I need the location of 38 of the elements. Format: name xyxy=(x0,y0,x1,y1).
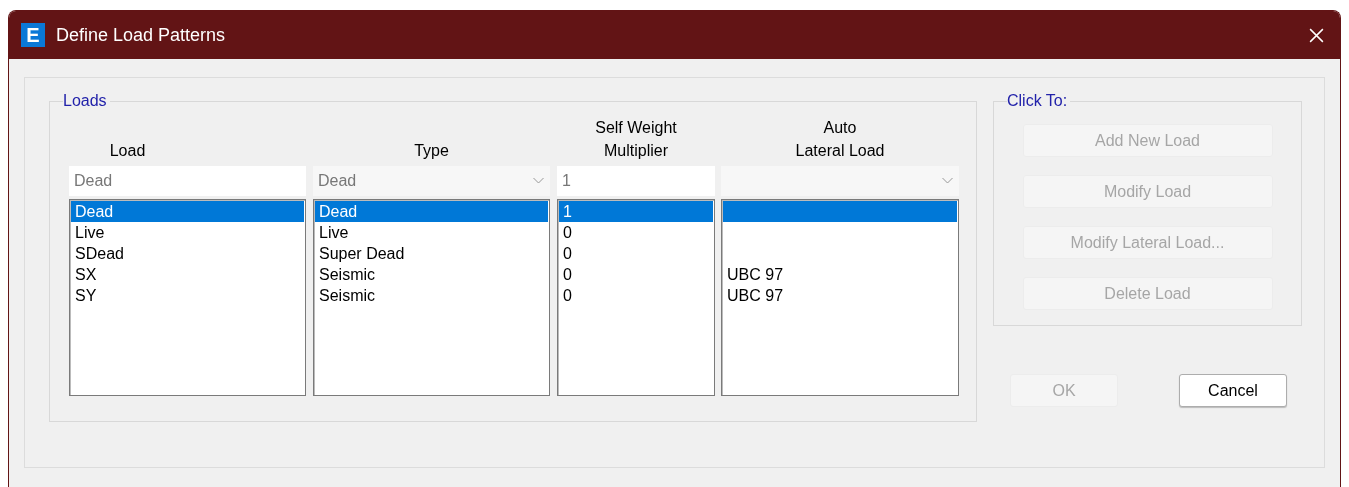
list-item[interactable]: 0 xyxy=(559,222,713,243)
list-item[interactable]: Dead xyxy=(315,201,548,222)
list-item[interactable]: 1 xyxy=(559,201,713,222)
list-item[interactable]: SX xyxy=(71,264,304,285)
column-heading: Load xyxy=(109,141,147,161)
list-item[interactable]: Live xyxy=(71,222,304,243)
list-item[interactable]: UBC 97 xyxy=(723,285,957,306)
input-field[interactable]: Dead xyxy=(69,166,306,196)
list-item[interactable]: Dead xyxy=(71,201,304,222)
column-heading: Self Weight Multiplier xyxy=(595,118,677,161)
chevron-down-icon xyxy=(941,177,954,185)
app-logo-icon: E xyxy=(21,23,45,47)
chevron-down-icon xyxy=(532,177,545,185)
list-item[interactable]: Seismic xyxy=(315,285,548,306)
list-item[interactable]: UBC 97 xyxy=(723,264,957,285)
list-box[interactable]: UBC 97 UBC 97 xyxy=(721,199,959,396)
list-item[interactable]: SY xyxy=(71,285,304,306)
dialog-button[interactable]: Cancel xyxy=(1179,374,1287,407)
input-field[interactable]: 1 xyxy=(557,166,715,196)
list-box[interactable]: Dead Live SDead SX SY xyxy=(69,199,306,396)
list-item[interactable]: Super Dead xyxy=(315,243,548,264)
list-box[interactable]: Dead Live Super Dead Seismic Seismic xyxy=(313,199,550,396)
dropdown-field[interactable]: Dead xyxy=(313,166,550,196)
close-icon[interactable] xyxy=(1308,26,1325,44)
group-title: Loads xyxy=(63,92,108,110)
list-item[interactable]: Live xyxy=(315,222,548,243)
list-box[interactable]: 1 0 0 0 0 xyxy=(557,199,715,396)
list-item[interactable]: SDead xyxy=(71,243,304,264)
list-item[interactable]: 0 xyxy=(559,264,713,285)
window-title: Define Load Patterns xyxy=(56,24,226,46)
dropdown-field[interactable] xyxy=(721,166,959,196)
group-title: Click To: xyxy=(1007,92,1069,110)
list-item[interactable]: Seismic xyxy=(315,264,548,285)
column-heading: Type xyxy=(414,141,449,161)
column-heading: Auto Lateral Load xyxy=(795,118,885,161)
list-item[interactable]: 0 xyxy=(559,243,713,264)
list-item[interactable] xyxy=(723,201,957,222)
list-item[interactable]: 0 xyxy=(559,285,713,306)
